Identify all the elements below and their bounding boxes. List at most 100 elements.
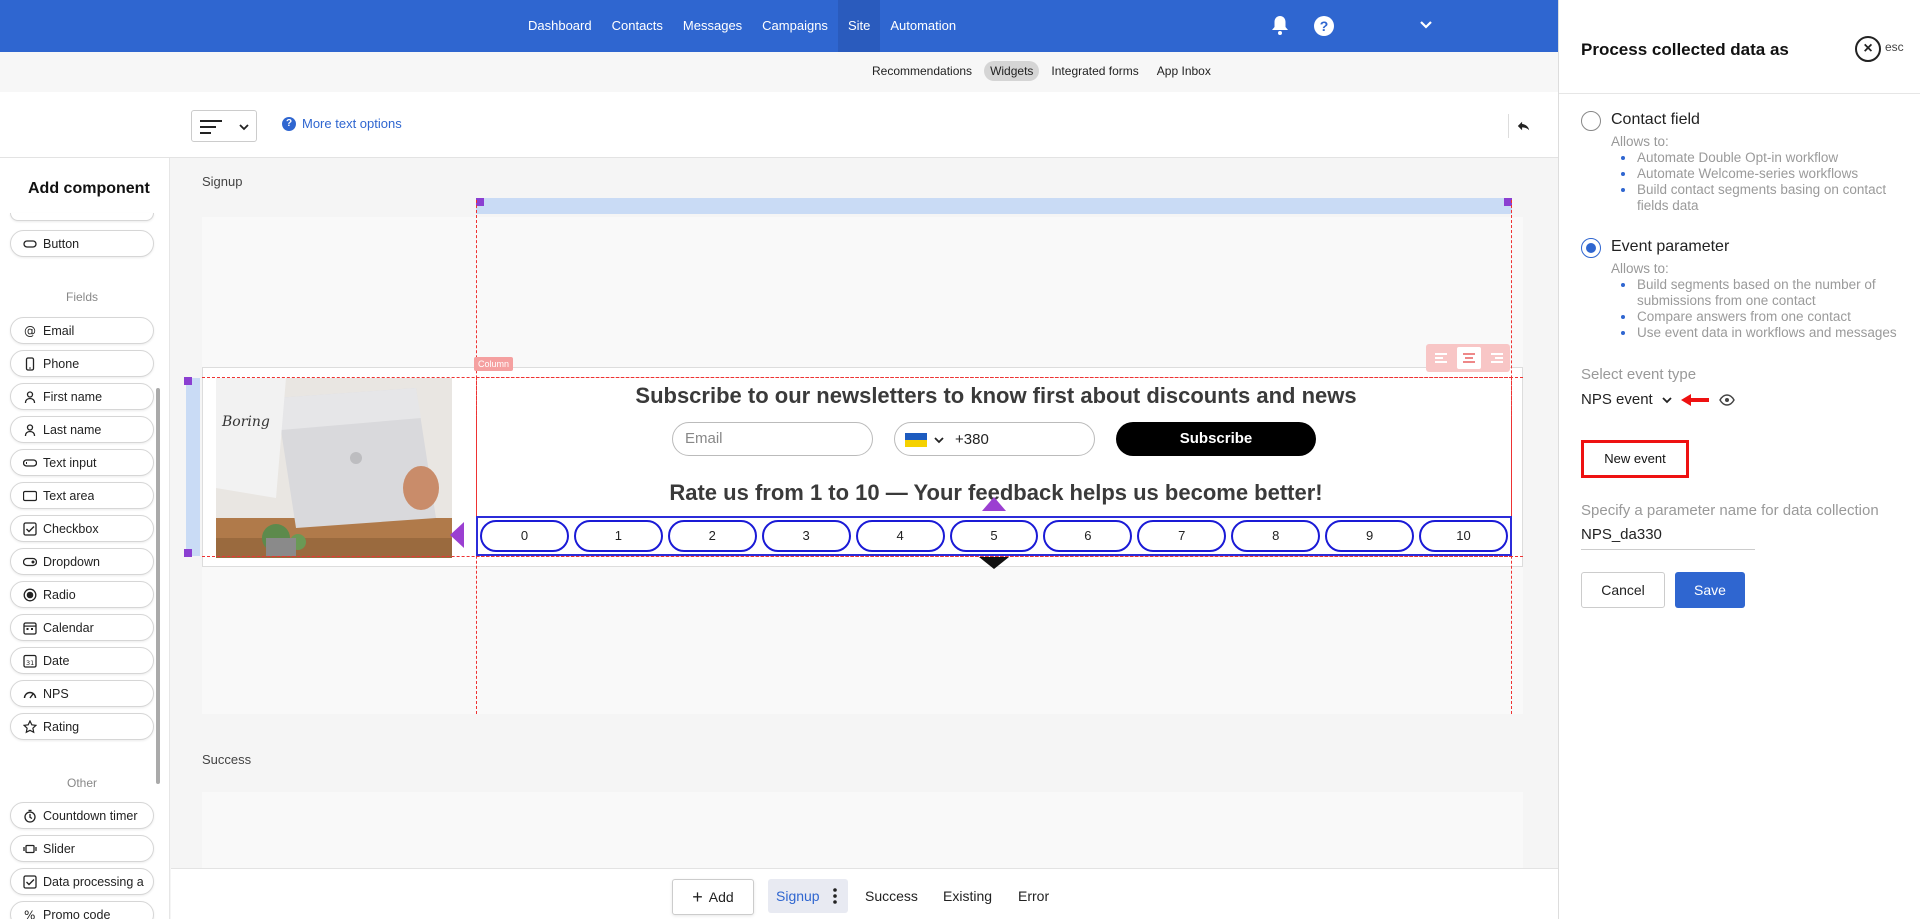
sidebar-item-checkbox[interactable]: Checkbox (10, 515, 154, 542)
nps-option-5[interactable]: 5 (949, 520, 1039, 552)
nps-option-10[interactable]: 10 (1419, 520, 1508, 552)
event-type-value: NPS event (1581, 391, 1653, 408)
checkbox-icon (23, 874, 37, 889)
nps-option-1[interactable]: 1 (573, 520, 663, 552)
subnav-widgets[interactable]: Widgets (984, 61, 1040, 81)
cancel-button[interactable]: Cancel (1581, 572, 1665, 608)
contact-field-label: Contact field (1611, 111, 1700, 128)
close-icon[interactable]: × (1855, 36, 1881, 62)
svg-text:@: @ (24, 324, 36, 338)
drag-down-triangle-icon[interactable] (979, 557, 1009, 569)
nps-option-2[interactable]: 2 (667, 520, 757, 552)
nav-campaigns[interactable]: Campaigns (752, 0, 838, 52)
nps-option-3[interactable]: 3 (761, 520, 851, 552)
subscribe-button[interactable]: Subscribe (1116, 422, 1316, 456)
subnav-integrated-forms[interactable]: Integrated forms (1045, 61, 1144, 81)
signup-section-label: Signup (202, 174, 243, 189)
contact-field-radio[interactable] (1581, 111, 1601, 131)
eye-icon[interactable] (1718, 393, 1735, 406)
sidebar-item-first-name[interactable]: First name (10, 383, 154, 410)
sidebar-scrollbar[interactable] (156, 388, 160, 784)
parameter-name-input[interactable]: NPS_da330 (1581, 526, 1755, 550)
help-icon[interactable]: ? (1314, 16, 1334, 36)
sidebar-item-last-name[interactable]: Last name (10, 416, 154, 443)
nps-option-4[interactable]: 4 (855, 520, 945, 552)
tab-success[interactable]: Success (857, 879, 926, 913)
sidebar-item-text-area[interactable]: Text area (10, 482, 154, 509)
tab-error[interactable]: Error (1010, 879, 1057, 913)
success-stage (202, 792, 1523, 868)
nav-automation[interactable]: Automation (880, 0, 966, 52)
bell-icon[interactable] (1270, 14, 1290, 36)
align-left-button[interactable] (1429, 347, 1453, 369)
subnav-app-inbox[interactable]: App Inbox (1151, 61, 1217, 81)
star-icon (23, 719, 37, 733)
nav-dashboard[interactable]: Dashboard (518, 0, 602, 52)
more-text-options-link[interactable]: ? More text options (282, 116, 402, 131)
align-right-button[interactable] (1485, 347, 1509, 369)
select-event-type-label: Select event type (1581, 366, 1697, 383)
event-type-select[interactable]: NPS event (1581, 391, 1735, 408)
sidebar-item-countdown-timer[interactable]: Countdown timer (10, 802, 154, 829)
sidebar-item-promo-code[interactable]: % Promo code (10, 901, 154, 919)
chevron-down-icon[interactable] (1418, 17, 1434, 33)
email-input[interactable]: Email (672, 422, 873, 456)
sidebar-item-slider[interactable]: Slider (10, 835, 154, 862)
sidebar-item-nps[interactable]: NPS (10, 680, 154, 707)
more-text-options-label: More text options (302, 116, 402, 131)
chevron-down-icon (1662, 396, 1672, 403)
save-button[interactable]: Save (1675, 572, 1745, 608)
svg-text:%: % (24, 908, 35, 919)
row-side-bar[interactable] (186, 378, 200, 556)
sidebar-item-radio[interactable]: Radio (10, 581, 154, 608)
list-item: Automate Welcome-series workflows (1621, 166, 1911, 182)
align-left-icon (200, 120, 222, 134)
checkbox-icon (23, 521, 37, 536)
nav-messages[interactable]: Messages (673, 0, 752, 52)
sidebar-item-dropdown[interactable]: Dropdown (10, 548, 154, 575)
sidebar-item-text-input[interactable]: Text input (10, 449, 154, 476)
list-item: Build contact segments basing on contact… (1621, 182, 1911, 214)
event-parameter-label: Event parameter (1611, 238, 1730, 255)
resize-handle[interactable] (184, 377, 192, 385)
undo-icon[interactable] (1508, 114, 1532, 138)
tab-existing[interactable]: Existing (935, 879, 1000, 913)
add-step-button[interactable]: + Add (672, 879, 754, 915)
sidebar-item-rating[interactable]: Rating (10, 713, 154, 740)
nps-option-0[interactable]: 0 (480, 520, 569, 552)
fields-group-label: Fields (65, 290, 98, 304)
list-item: Use event data in workflows and messages (1621, 325, 1911, 341)
text-input-icon (23, 458, 37, 467)
nav-contacts[interactable]: Contacts (602, 0, 673, 52)
sidebar-item-data-processing[interactable]: Data processing a (10, 868, 154, 895)
sidebar-item-date[interactable]: 31 Date (10, 647, 154, 674)
nps-option-7[interactable]: 7 (1137, 520, 1227, 552)
parameter-name-label: Specify a parameter name for data collec… (1581, 502, 1879, 519)
calendar-icon (23, 621, 37, 635)
drag-up-triangle-icon[interactable] (982, 497, 1006, 511)
new-event-button[interactable]: New event (1581, 440, 1689, 478)
widget-headline[interactable]: Subscribe to our newsletters to know fir… (476, 383, 1516, 409)
sidebar-item-phone[interactable]: Phone (10, 350, 154, 377)
nav-site[interactable]: Site (837, 0, 881, 52)
sidebar-item-button[interactable]: Button (10, 230, 154, 257)
tab-signup[interactable]: Signup (768, 879, 848, 913)
text-align-dropdown[interactable] (191, 110, 257, 142)
chevron-down-icon[interactable] (933, 434, 945, 446)
resize-handle[interactable] (184, 549, 192, 557)
nps-option-8[interactable]: 8 (1231, 520, 1321, 552)
svg-text:31: 31 (26, 659, 34, 667)
sidebar-item-email[interactable]: @ Email (10, 317, 154, 344)
nps-option-6[interactable]: 6 (1043, 520, 1133, 552)
subnav-recommendations[interactable]: Recommendations (866, 61, 978, 81)
phone-input[interactable]: +380 (894, 422, 1095, 456)
align-left-icon (1435, 353, 1447, 363)
sidebar-title: Add component (28, 180, 150, 197)
drag-left-triangle-icon[interactable] (450, 522, 464, 548)
sidebar-item-calendar[interactable]: Calendar (10, 614, 154, 641)
event-parameter-radio[interactable] (1581, 238, 1601, 258)
question-icon: ? (282, 116, 296, 131)
more-vertical-icon[interactable] (832, 888, 838, 904)
align-center-button[interactable] (1457, 347, 1481, 369)
nps-option-9[interactable]: 9 (1325, 520, 1415, 552)
